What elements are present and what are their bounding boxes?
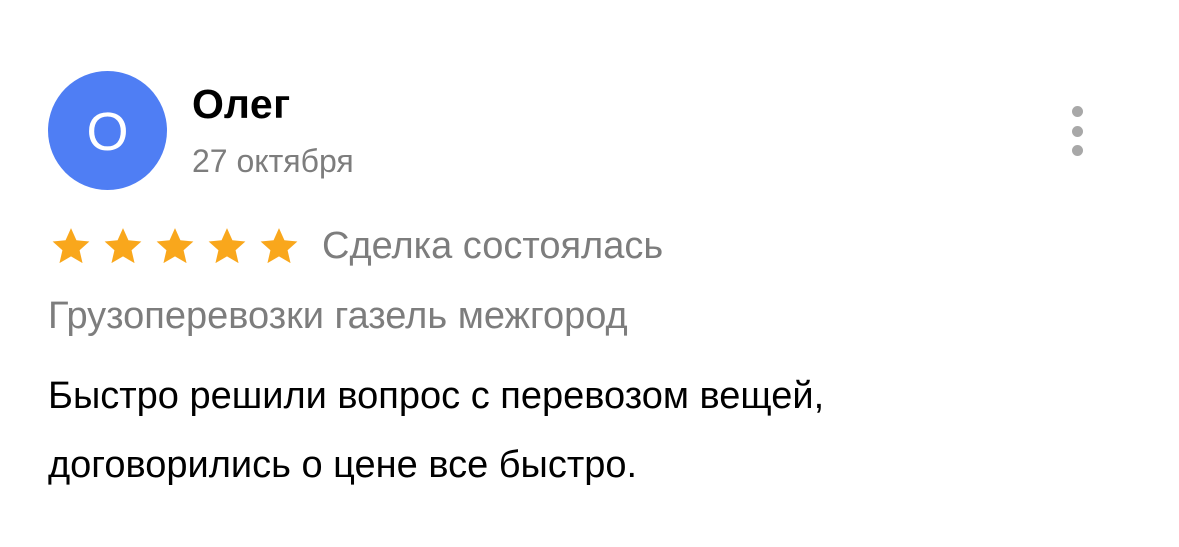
review-text-line: Быстро решили вопрос с перевозом вещей, (48, 375, 825, 417)
star-icon (260, 228, 298, 264)
review-text: Быстро решили вопрос с перевозом вещей, … (48, 362, 1128, 500)
more-vertical-icon-dot (1071, 125, 1083, 137)
rating-row: Сделка состоялась (50, 220, 663, 272)
more-options-button[interactable] (1060, 106, 1094, 156)
author-name[interactable]: Олег (192, 80, 291, 128)
service-name: Грузоперевозки газель межгород (48, 295, 628, 337)
avatar-initial: О (86, 101, 129, 162)
star-icon (104, 228, 142, 264)
review-date: 27 октября (192, 143, 354, 179)
review-card: О Олег 27 октября Сделка состоялась Груз… (0, 0, 1179, 547)
avatar[interactable]: О (48, 71, 167, 190)
more-vertical-icon-dot (1071, 145, 1083, 156)
deal-status: Сделка состоялась (322, 225, 664, 267)
star-icon (156, 228, 194, 264)
more-vertical-icon (1071, 106, 1083, 117)
star-icon (52, 228, 90, 264)
star-icon (208, 228, 246, 264)
star-rating (50, 225, 300, 267)
review-text-line: договорились о цене все быстро. (48, 444, 638, 486)
